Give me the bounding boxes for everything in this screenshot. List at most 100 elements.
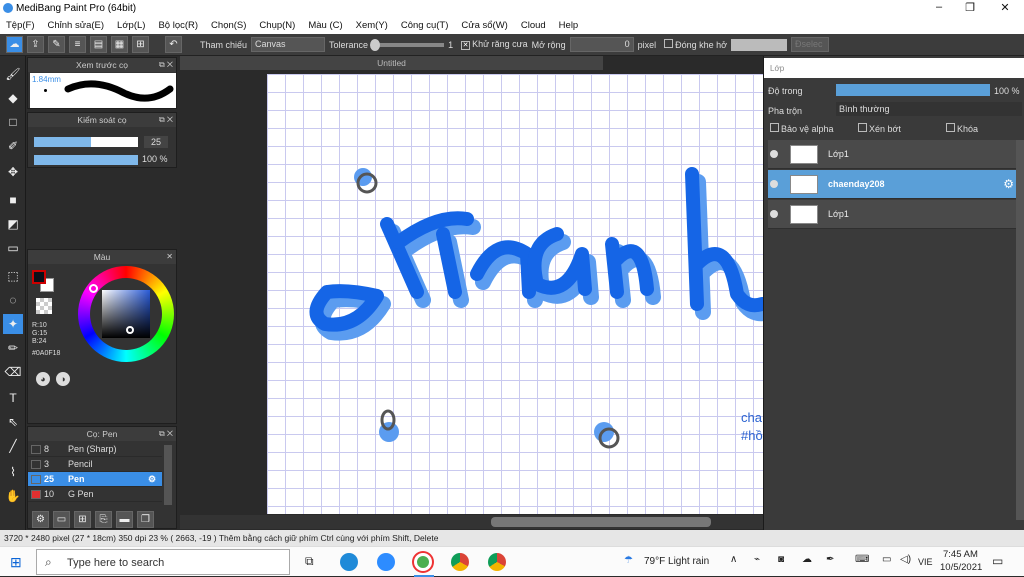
select-button[interactable]: Đselec [791, 37, 830, 52]
divide-tool-icon[interactable]: ╱ [3, 436, 23, 456]
fill-rect-tool-icon[interactable]: ■ [3, 190, 23, 210]
menu-edit[interactable]: Chỉnh sửa(E) [48, 20, 105, 31]
panel-close-icon[interactable]: ✕ [166, 250, 173, 264]
select-eraser-tool-icon[interactable]: ⌫ [3, 362, 23, 382]
layers-scrollbar[interactable] [1016, 140, 1024, 520]
brush-list-scrollbar[interactable] [164, 445, 172, 505]
panel-close-icon[interactable]: ⧉ ✕ [159, 113, 173, 127]
menu-layer[interactable]: Lớp(L) [117, 20, 145, 31]
taskbar-search[interactable]: ⌕ Type here to search [36, 549, 290, 575]
blend-mode-select[interactable]: Bình thường [836, 102, 1022, 116]
brush-opacity-slider[interactable] [34, 155, 138, 165]
brush-copy-icon[interactable]: ⎘ [95, 510, 112, 528]
operation-tool-icon[interactable]: ⇖ [3, 412, 23, 432]
reference-select[interactable]: Canvas [251, 37, 326, 52]
undo-icon[interactable]: ↶ [165, 36, 182, 53]
move-tool-icon[interactable]: ✥ [3, 162, 23, 182]
edge-icon[interactable] [340, 553, 358, 571]
note-icon[interactable]: ▤ [90, 36, 107, 53]
brush-settings-icon[interactable]: ⚙ [32, 510, 49, 528]
show-hidden-icons[interactable]: ∧ [730, 554, 737, 565]
drawing-canvas[interactable]: cha #hồ [267, 74, 763, 514]
layer-row[interactable]: chaenday208 ⚙ [768, 170, 1016, 199]
clock-date[interactable]: 10/5/2021 [940, 562, 982, 573]
close-gap-slider[interactable] [731, 38, 788, 51]
windows-start-icon[interactable]: ⊞ [10, 554, 26, 570]
lasso-tool-icon[interactable]: ◌ [3, 290, 23, 310]
comment-icon[interactable]: ✎ [48, 36, 65, 53]
brush-list-item[interactable]: 25 Pen ⚙ [28, 472, 162, 487]
menu-window[interactable]: Cửa sổ(W) [461, 20, 507, 31]
hue-handle[interactable] [89, 284, 98, 293]
zoom-icon[interactable] [377, 553, 395, 571]
select-pen-tool-icon[interactable]: ✏ [3, 338, 23, 358]
menu-tools[interactable]: Công cụ(T) [401, 20, 449, 31]
brush-add-icon[interactable]: ⊞ [74, 510, 91, 528]
battery-icon[interactable]: ▭ [882, 554, 891, 565]
clipping-checkbox[interactable] [858, 123, 867, 132]
brush-duplicate-icon[interactable]: ❐ [137, 510, 154, 528]
bucket-tool-icon[interactable]: ◩ [3, 214, 23, 234]
layer-visibility-icon[interactable] [770, 210, 778, 218]
menu-capture[interactable]: Chụp(N) [259, 20, 295, 31]
transparent-color-swatch[interactable] [36, 298, 52, 314]
brush-list-item[interactable]: 8 Pen (Sharp) [28, 442, 162, 457]
brush-list-item[interactable]: 3 Pencil [28, 457, 162, 472]
grid2-icon[interactable]: ⊞ [132, 36, 149, 53]
menu-cloud[interactable]: Cloud [521, 20, 546, 31]
grid-icon[interactable]: ▦ [111, 36, 128, 53]
layer-visibility-icon[interactable] [770, 150, 778, 158]
protect-alpha-checkbox[interactable] [770, 123, 779, 132]
share-icon[interactable]: ⇪ [27, 36, 44, 53]
foreground-color-swatch[interactable] [32, 270, 46, 284]
layer-row[interactable]: Lớp1 [768, 140, 1016, 169]
keyboard-icon[interactable]: ⌨ [855, 554, 869, 565]
layer-opacity-slider[interactable] [836, 84, 990, 96]
chrome-icon[interactable] [451, 553, 469, 571]
text-tool-icon[interactable]: T [3, 388, 23, 408]
rectangle-tool-icon[interactable]: □ [3, 112, 23, 132]
layer-row[interactable]: Lớp1 [768, 200, 1016, 229]
brush-size-value[interactable]: 25 [144, 136, 168, 148]
cloud-icon[interactable]: ☁ [6, 36, 23, 53]
scroll-thumb[interactable] [491, 517, 711, 527]
expand-input[interactable]: 0 [569, 37, 634, 52]
language-indicator[interactable]: VIE [918, 557, 933, 567]
horizontal-scrollbar[interactable] [180, 515, 763, 529]
magic-wand-tool-icon[interactable]: ✦ [3, 314, 23, 334]
menu-select[interactable]: Chọn(S) [211, 20, 246, 31]
list-icon[interactable]: ≡ [69, 36, 86, 53]
layer-visibility-icon[interactable] [770, 180, 778, 188]
brush-list-item[interactable]: 10 G Pen [28, 487, 162, 502]
medibang-icon[interactable] [414, 553, 432, 571]
gradient-tool-icon[interactable]: ▭ [3, 238, 23, 258]
tolerance-slider[interactable] [370, 38, 445, 51]
brush-tool-icon[interactable]: 🖌 [3, 64, 23, 84]
menu-file[interactable]: Tệp(F) [6, 20, 35, 31]
clock-time[interactable]: 7:45 AM [943, 549, 978, 560]
camera-icon[interactable]: ◙ [778, 554, 784, 565]
minimize-button[interactable]: – [924, 1, 954, 13]
cloud-sync-icon[interactable]: ☁ [802, 554, 812, 565]
chrome-profile-icon[interactable] [488, 553, 506, 571]
panel-close-icon[interactable]: ⧉ ✕ [159, 427, 173, 441]
dot-tool-icon[interactable]: ✐ [3, 136, 23, 156]
menu-color[interactable]: Màu (C) [308, 20, 342, 31]
close-gap-checkbox[interactable] [664, 39, 674, 48]
layer-settings-icon[interactable]: ⚙ [1003, 177, 1014, 191]
network-icon[interactable]: ⌁ [754, 554, 760, 565]
document-tab[interactable]: Untitled [180, 56, 603, 70]
notification-icon[interactable]: ▭ [992, 554, 1003, 568]
maximize-button[interactable]: ❐ [955, 1, 985, 14]
hue-wheel[interactable] [78, 266, 174, 362]
close-button[interactable]: ✕ [990, 1, 1020, 14]
palette-icon[interactable]: ◕ [36, 372, 50, 386]
select-rect-tool-icon[interactable]: ⬚ [3, 266, 23, 286]
antialias-checkbox[interactable]: ✕ [461, 41, 471, 50]
volume-icon[interactable]: ◁) [900, 554, 911, 565]
palette-add-icon[interactable]: ◑ [56, 372, 70, 386]
weather-icon[interactable]: ☂ [624, 555, 633, 566]
weather-text[interactable]: 79°F Light rain [644, 556, 709, 567]
brush-new-icon[interactable]: ▭ [53, 510, 70, 528]
menu-filter[interactable]: Bộ lọc(R) [158, 20, 198, 31]
